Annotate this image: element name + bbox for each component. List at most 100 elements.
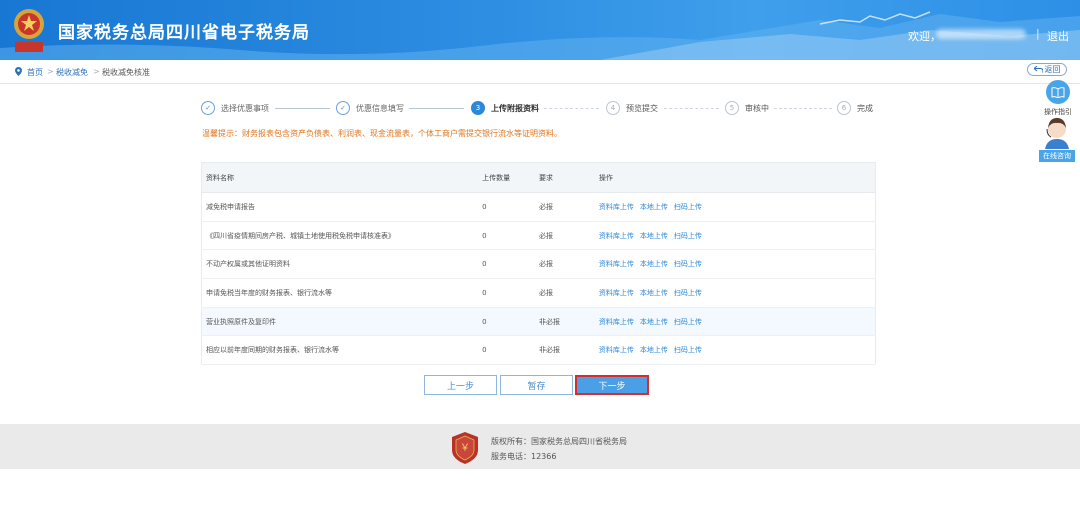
check-icon: ✓	[336, 101, 350, 115]
svg-text:￥: ￥	[460, 443, 470, 454]
table-row: 不动产权属或其他证明资料 0 必报 资料库上传 本地上传 扫码上传	[201, 249, 876, 280]
cell-requirement: 必报	[535, 221, 595, 251]
username-blurred	[936, 29, 1026, 39]
step-1-label: 选择优惠事项	[221, 103, 269, 113]
step-4-label: 预览提交	[626, 103, 658, 113]
back-label: 返回	[1044, 65, 1061, 74]
footer-copyright: 版权所有：国家税务总局四川省税务局	[491, 437, 627, 446]
library-upload-link[interactable]: 资料库上传	[599, 318, 634, 326]
table-row: 《四川省疫情期间房产税、城镇土地使用税免税申请核准表》 0 必报 资料库上传 本地…	[201, 221, 876, 251]
return-arrow-icon	[1033, 66, 1043, 73]
col-header-count: 上传数量	[478, 162, 535, 193]
step-4-number: 4	[606, 101, 620, 115]
scan-upload-link[interactable]: 扫码上传	[674, 260, 702, 268]
scan-upload-link[interactable]: 扫码上传	[674, 232, 702, 240]
local-upload-link[interactable]: 本地上传	[640, 232, 668, 240]
step-4: 4 预览提交	[606, 101, 658, 115]
cell-name: 相应以前年度同期的财务报表、银行流水等	[201, 335, 479, 366]
breadcrumb: 首页 > 税收减免 > 税收减免核准	[0, 60, 1080, 84]
table-row: 减免税申请报告 0 必报 资料库上传 本地上传 扫码上传	[201, 192, 876, 222]
cell-name: 减免税申请报告	[201, 192, 479, 222]
cell-count: 0	[478, 335, 535, 366]
col-header-requirement: 要求	[535, 162, 595, 193]
library-upload-link[interactable]: 资料库上传	[599, 232, 634, 240]
warm-tip: 温馨提示：财务报表包含资产负债表、利润表、现金流量表，个体工商户需提交银行流水等…	[202, 129, 562, 138]
step-2-label: 优惠信息填写	[356, 103, 404, 113]
local-upload-link[interactable]: 本地上传	[640, 318, 668, 326]
cell-name: 营业执照原件及复印件	[201, 307, 479, 337]
cell-operations: 资料库上传 本地上传 扫码上传	[594, 249, 876, 280]
cell-count: 0	[478, 249, 535, 280]
cell-operations: 资料库上传 本地上传 扫码上传	[594, 192, 876, 222]
local-upload-link[interactable]: 本地上传	[640, 260, 668, 268]
library-upload-link[interactable]: 资料库上传	[599, 289, 634, 297]
cell-count: 0	[478, 278, 535, 308]
step-connector	[409, 108, 464, 109]
local-upload-link[interactable]: 本地上传	[640, 346, 668, 354]
book-icon	[1046, 80, 1070, 104]
online-consult-button[interactable]: 在线咨询	[1039, 150, 1075, 162]
breadcrumb-sep-2: >	[93, 67, 100, 76]
library-upload-link[interactable]: 资料库上传	[599, 203, 634, 211]
step-connector	[664, 108, 719, 109]
cell-requirement: 非必报	[535, 335, 595, 366]
local-upload-link[interactable]: 本地上传	[640, 289, 668, 297]
cell-requirement: 必报	[535, 278, 595, 308]
cell-operations: 资料库上传 本地上传 扫码上传	[594, 221, 876, 251]
table-row: 相应以前年度同期的财务报表、银行流水等 0 非必报 资料库上传 本地上传 扫码上传	[201, 335, 876, 366]
step-1: ✓ 选择优惠事项	[201, 101, 269, 115]
breadcrumb-sep-1: >	[47, 67, 54, 76]
step-connector	[275, 108, 330, 109]
check-icon: ✓	[201, 101, 215, 115]
scan-upload-link[interactable]: 扫码上传	[674, 318, 702, 326]
header-banner: 国家税务总局四川省电子税务局 欢迎， | 退出	[0, 0, 1080, 60]
header-separator: |	[1036, 27, 1040, 40]
scan-upload-link[interactable]: 扫码上传	[674, 289, 702, 297]
step-5-number: 5	[725, 101, 739, 115]
col-header-name: 资料名称	[201, 162, 479, 193]
cell-requirement: 必报	[535, 192, 595, 222]
table-header-row: 资料名称 上传数量 要求 操作	[201, 162, 876, 193]
step-3-label: 上传附报资料	[491, 103, 539, 113]
step-6: 6 完成	[837, 101, 873, 115]
step-connector	[544, 108, 599, 109]
cell-name: 《四川省疫情期间房产税、城镇土地使用税免税申请核准表》	[201, 221, 479, 251]
cell-requirement: 必报	[535, 249, 595, 280]
library-upload-link[interactable]: 资料库上传	[599, 346, 634, 354]
operation-guide[interactable]: 操作指引	[1043, 80, 1073, 117]
cell-name: 不动产权属或其他证明资料	[201, 249, 479, 280]
scan-upload-link[interactable]: 扫码上传	[674, 346, 702, 354]
cell-operations: 资料库上传 本地上传 扫码上传	[594, 307, 876, 337]
breadcrumb-current: 税收减免核准	[102, 68, 150, 77]
table-row: 营业执照原件及复印件 0 非必报 资料库上传 本地上传 扫码上传	[201, 307, 876, 337]
footer-phone: 服务电话：12366	[491, 452, 557, 461]
cell-requirement: 非必报	[535, 307, 595, 337]
step-3: 3 上传附报资料	[471, 101, 539, 115]
breadcrumb-tax-relief[interactable]: 税收减免	[56, 67, 88, 78]
local-upload-link[interactable]: 本地上传	[640, 203, 668, 211]
prev-step-button[interactable]: 上一步	[424, 375, 497, 395]
library-upload-link[interactable]: 资料库上传	[599, 260, 634, 268]
table-row: 申请免税当年度的财务报表、银行流水等 0 必报 资料库上传 本地上传 扫码上传	[201, 278, 876, 308]
col-header-operation: 操作	[594, 162, 876, 193]
back-button[interactable]: 返回	[1027, 63, 1067, 76]
logout-link[interactable]: 退出	[1047, 28, 1069, 44]
attachment-table: 资料名称 上传数量 要求 操作 减免税申请报告 0 必报 资料库上传 本地上传 扫码…	[201, 162, 876, 366]
step-5: 5 审核中	[725, 101, 769, 115]
step-5-label: 审核中	[745, 103, 769, 113]
step-2: ✓ 优惠信息填写	[336, 101, 404, 115]
cell-name: 申请免税当年度的财务报表、银行流水等	[201, 278, 479, 308]
step-3-number: 3	[471, 101, 485, 115]
cell-count: 0	[478, 221, 535, 251]
next-step-button[interactable]: 下一步	[575, 375, 649, 395]
save-draft-button[interactable]: 暂存	[500, 375, 573, 395]
cell-operations: 资料库上传 本地上传 扫码上传	[594, 278, 876, 308]
step-6-label: 完成	[857, 103, 873, 113]
step-6-number: 6	[837, 101, 851, 115]
location-pin-icon	[15, 67, 22, 76]
breadcrumb-home[interactable]: 首页	[27, 67, 43, 78]
tax-emblem-icon	[14, 9, 44, 52]
scan-upload-link[interactable]: 扫码上传	[674, 203, 702, 211]
step-connector	[774, 108, 832, 109]
cell-count: 0	[478, 192, 535, 222]
